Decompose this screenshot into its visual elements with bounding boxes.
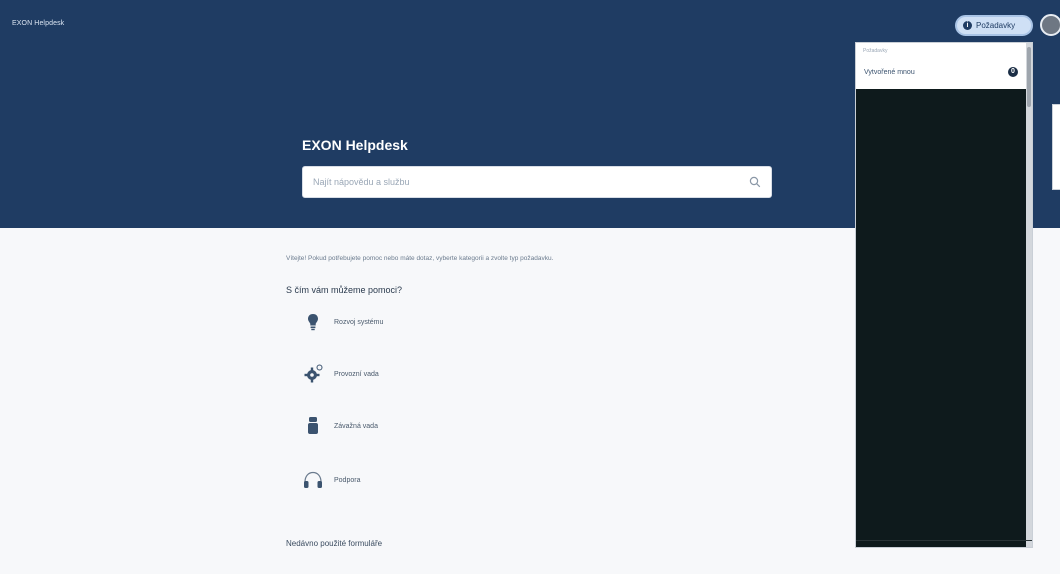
category-operational-defect[interactable]: Provozní vada xyxy=(300,361,500,387)
page-title: EXON Helpdesk xyxy=(302,137,408,153)
user-avatar-icon[interactable] xyxy=(1040,14,1060,36)
category-critical-defect[interactable]: Závažná vada xyxy=(300,413,500,439)
search-input[interactable] xyxy=(303,167,763,197)
dropdown-item-label: Vytvořené mnou xyxy=(864,68,915,76)
alert-icon xyxy=(300,413,326,439)
category-label: Rozvoj systému xyxy=(334,318,384,326)
category-support[interactable]: Podpora xyxy=(300,467,500,493)
category-label: Provozní vada xyxy=(334,370,379,378)
dropdown-scrollbar[interactable] xyxy=(1026,43,1032,547)
info-icon: i xyxy=(963,21,972,30)
recent-forms-link[interactable]: Nedávno použité formuláře xyxy=(286,539,382,548)
requests-button[interactable]: i Požadavky xyxy=(955,15,1033,36)
count-badge: 0 xyxy=(1008,67,1018,77)
dropdown-group-label: Požadavky xyxy=(863,48,888,54)
dropdown-divider xyxy=(856,540,1032,541)
headset-icon xyxy=(300,467,326,493)
lightbulb-icon xyxy=(300,309,326,335)
dropdown-header: Požadavky Vytvořené mnou 0 xyxy=(856,43,1032,89)
scrollbar-thumb[interactable] xyxy=(1027,47,1031,107)
brand-logo-text[interactable]: EXON Helpdesk xyxy=(12,20,64,27)
requests-button-label: Požadavky xyxy=(976,21,1016,30)
search-box[interactable] xyxy=(302,166,772,198)
side-panel-edge xyxy=(1052,104,1060,190)
requests-dropdown: Požadavky Vytvořené mnou 0 xyxy=(855,42,1033,548)
category-label: Podpora xyxy=(334,476,361,484)
category-system-development[interactable]: Rozvoj systému xyxy=(300,309,500,335)
intro-text: Vítejte! Pokud potřebujete pomoc nebo má… xyxy=(286,255,554,262)
dropdown-item-created-by-me[interactable]: Vytvořené mnou 0 xyxy=(856,59,1026,85)
search-icon[interactable] xyxy=(749,176,761,188)
gear-icon xyxy=(300,361,326,387)
section-title: S čím vám můžeme pomoci? xyxy=(286,285,403,295)
category-label: Závažná vada xyxy=(334,422,378,430)
